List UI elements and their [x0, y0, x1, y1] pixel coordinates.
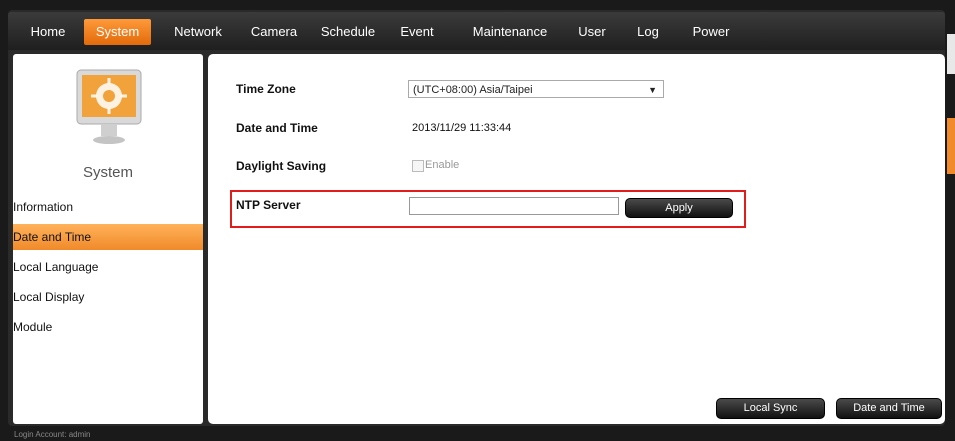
- daylight-saving-checkbox[interactable]: [412, 160, 424, 172]
- sidebar-item-information[interactable]: Information: [13, 194, 203, 220]
- sidebar-title: System: [82, 164, 133, 181]
- sidebar-item-local-language[interactable]: Local Language: [13, 254, 203, 280]
- daylight-saving-enable-label: Enable: [425, 159, 460, 171]
- chevron-down-icon: ▼: [648, 85, 657, 95]
- nav-network[interactable]: Network: [166, 19, 230, 45]
- login-account-status: Login Account: admin: [14, 430, 91, 439]
- nav-system[interactable]: System: [84, 19, 151, 45]
- date-and-time-button[interactable]: Date and Time: [836, 398, 942, 419]
- nav-user[interactable]: User: [574, 19, 610, 45]
- ntp-server-input[interactable]: [409, 197, 619, 215]
- ntp-server-label: NTP Server: [236, 198, 301, 212]
- sidebar-item-module[interactable]: Module: [13, 314, 203, 340]
- side-tab-top[interactable]: [947, 34, 955, 74]
- local-sync-button[interactable]: Local Sync: [716, 398, 825, 419]
- main-panel: [208, 54, 945, 424]
- sidebar-item-date-and-time[interactable]: Date and Time: [13, 224, 203, 250]
- sidebar-item-local-display[interactable]: Local Display: [13, 284, 203, 310]
- nav-power[interactable]: Power: [686, 19, 736, 45]
- apply-button[interactable]: Apply: [625, 198, 733, 218]
- monitor-gear-icon: [76, 69, 142, 144]
- daylight-saving-label: Daylight Saving: [236, 159, 327, 173]
- nav-home[interactable]: Home: [22, 19, 74, 45]
- setup-side-tab[interactable]: [947, 118, 955, 174]
- time-zone-select[interactable]: (UTC+08:00) Asia/Taipei ▼: [408, 80, 664, 98]
- nav-schedule[interactable]: Schedule: [314, 19, 382, 45]
- nav-maintenance[interactable]: Maintenance: [466, 19, 554, 45]
- nav-event[interactable]: Event: [396, 19, 438, 45]
- top-nav: Home System Network Camera Schedule Even…: [8, 12, 945, 50]
- date-time-label: Date and Time: [236, 121, 318, 135]
- date-time-value: 2013/11/29 11:33:44: [412, 122, 512, 134]
- nav-log[interactable]: Log: [634, 19, 662, 45]
- time-zone-value: (UTC+08:00) Asia/Taipei: [413, 84, 533, 96]
- nav-camera[interactable]: Camera: [246, 19, 302, 45]
- time-zone-label: Time Zone: [236, 82, 296, 96]
- sidebar: System Information Date and Time Local L…: [13, 54, 203, 424]
